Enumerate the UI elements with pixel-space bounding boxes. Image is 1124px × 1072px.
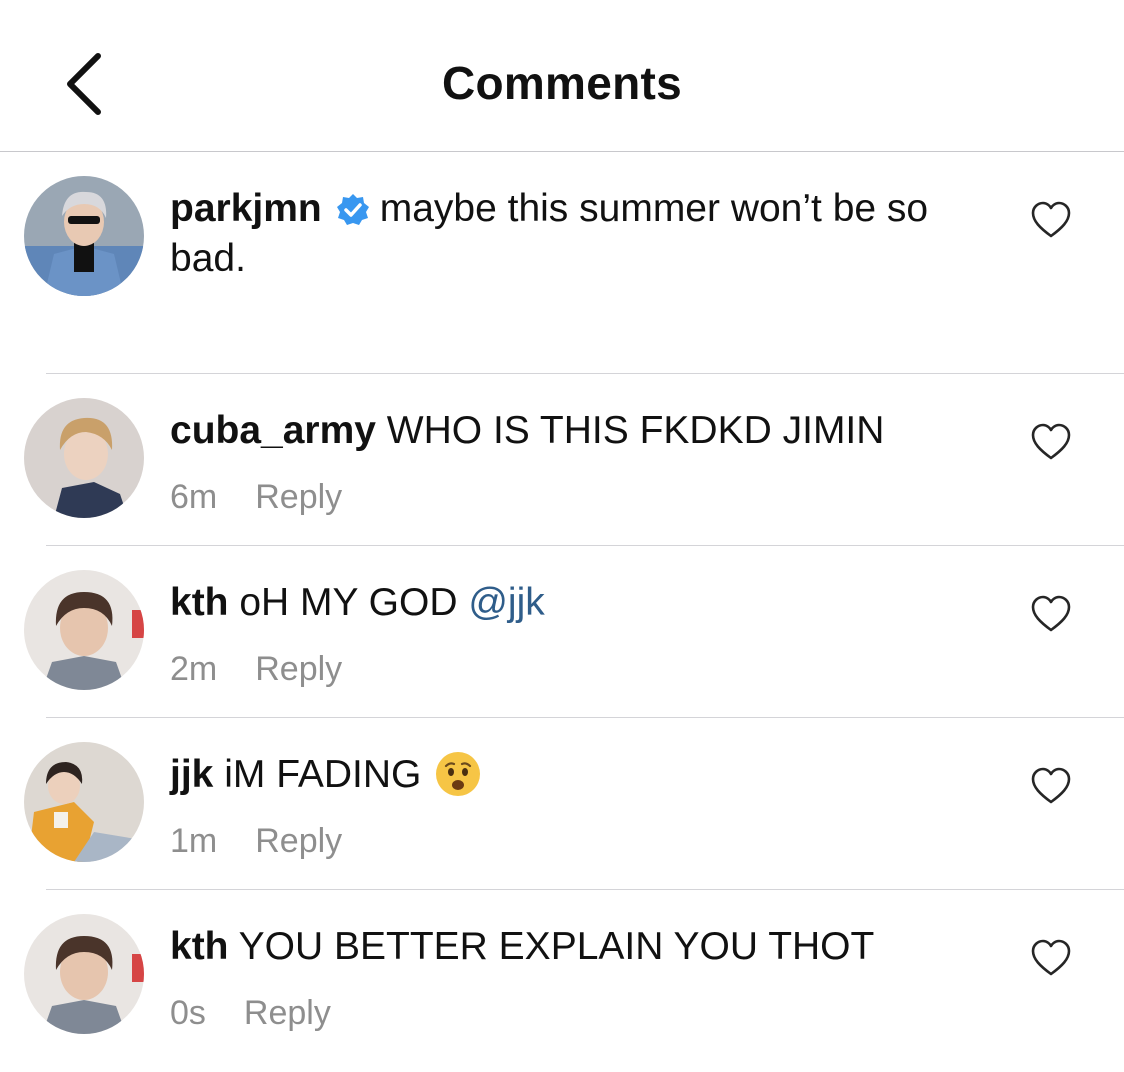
comment-body: oH MY GOD: [239, 581, 469, 624]
comment-time: 1m: [170, 822, 218, 860]
header: Comments: [0, 0, 1124, 152]
comment-username[interactable]: kth: [170, 925, 229, 968]
comment-username[interactable]: cuba_army: [170, 409, 376, 452]
comment-body: WHO IS THIS FKDKD JIMIN: [386, 409, 885, 452]
caption-username[interactable]: parkjmn: [170, 187, 322, 230]
comment-text: cuba_army WHO IS THIS FKDKD JIMIN: [170, 406, 980, 456]
comment-meta: 1m Reply: [170, 822, 342, 861]
divider: [46, 545, 1124, 546]
divider: [46, 717, 1124, 718]
heart-icon[interactable]: [1030, 594, 1072, 634]
heart-icon[interactable]: [1030, 200, 1072, 240]
avatar[interactable]: [24, 742, 144, 862]
comment-time: 0s: [170, 994, 206, 1032]
avatar[interactable]: [24, 570, 144, 690]
reply-button[interactable]: Reply: [255, 822, 342, 860]
divider: [46, 373, 1124, 374]
divider: [46, 889, 1124, 890]
avatar[interactable]: [24, 176, 144, 296]
heart-icon[interactable]: [1030, 938, 1072, 978]
avatar[interactable]: [24, 914, 144, 1034]
caption-text: parkjmn maybe this summer won’t be so ba…: [170, 184, 980, 284]
anxious-face-emoji: [436, 752, 481, 796]
comment-meta: 0s Reply: [170, 994, 331, 1033]
mention-link[interactable]: @jjk: [468, 581, 544, 624]
reply-button[interactable]: Reply: [244, 994, 331, 1032]
comment-time: 2m: [170, 650, 218, 688]
comment-text: kth YOU BETTER EXPLAIN YOU THOT: [170, 922, 980, 972]
comment-text: kth oH MY GOD @jjk: [170, 578, 980, 628]
page-title: Comments: [441, 57, 683, 109]
comment-meta: 6m Reply: [170, 478, 342, 517]
verified-badge-icon: [336, 194, 369, 225]
comment-username[interactable]: kth: [170, 581, 229, 624]
comment-body: iM FADING: [224, 753, 422, 796]
heart-icon[interactable]: [1030, 766, 1072, 806]
comment-text: jjk iM FADING: [170, 750, 980, 800]
comment-meta: 2m Reply: [170, 650, 342, 689]
comment-username[interactable]: jjk: [170, 753, 213, 796]
avatar[interactable]: [24, 398, 144, 518]
comment-body: YOU BETTER EXPLAIN YOU THOT: [238, 925, 875, 968]
heart-icon[interactable]: [1030, 422, 1072, 462]
reply-button[interactable]: Reply: [255, 478, 342, 516]
reply-button[interactable]: Reply: [255, 650, 342, 688]
comment-time: 6m: [170, 478, 218, 516]
